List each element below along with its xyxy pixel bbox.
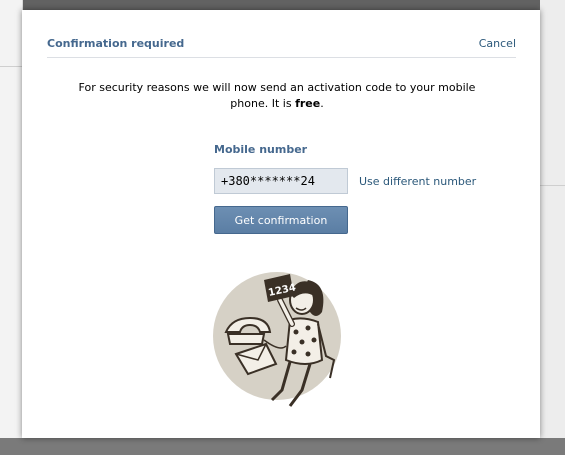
- security-message: For security reasons we will now send an…: [62, 80, 492, 112]
- cancel-link[interactable]: Cancel: [479, 37, 516, 50]
- use-different-number-link[interactable]: Use different number: [359, 175, 476, 188]
- background-overlay-bottom: [0, 438, 565, 455]
- message-text: For security reasons we will now send an…: [78, 81, 476, 110]
- mobile-number-label: Mobile number: [214, 143, 308, 156]
- background-page-left: [0, 0, 23, 455]
- background-divider-right: [540, 185, 565, 186]
- phone-number-field[interactable]: +380*******24: [214, 168, 348, 194]
- background-page-right: [540, 0, 565, 455]
- woman-illustration: 1234: [213, 272, 341, 407]
- get-confirmation-code-button[interactable]: Get confirmation code: [214, 206, 348, 253]
- message-period: .: [320, 97, 324, 110]
- confirmation-dialog: Confirmation required Cancel For securit…: [22, 10, 540, 438]
- background-divider: [0, 66, 22, 67]
- message-free: free: [295, 97, 321, 110]
- dialog-title: Confirmation required: [47, 37, 185, 50]
- dialog-header: Confirmation required Cancel: [47, 37, 516, 58]
